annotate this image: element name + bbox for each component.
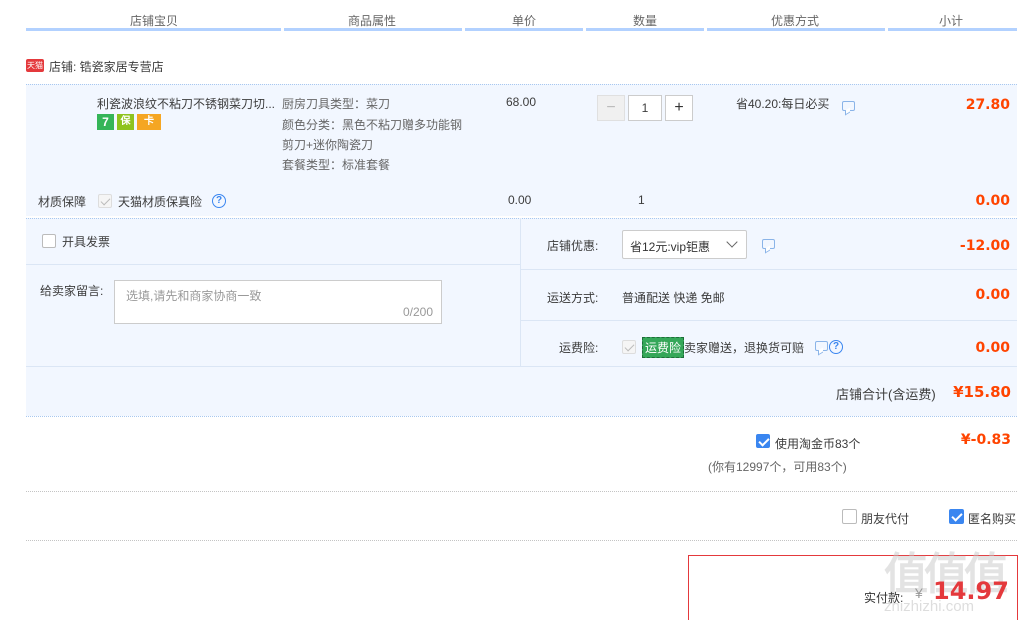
message-icon[interactable] [815,341,828,351]
friend-pay-label: 朋友代付 [861,512,910,526]
shop-name[interactable]: 店铺: 锆瓷家居专营店 [49,58,164,75]
freight-insurance-amount: 0.00 [975,340,1010,356]
shipping-value: 普通配送 快递 免邮 [622,291,725,305]
col-header-subtotal: 小计 [939,14,964,28]
shipping-amount: 0.00 [975,287,1010,303]
freight-insurance-desc: 卖家赠送，退换货可赔 [684,341,805,355]
product-attr: 套餐类型：标准套餐 [282,158,391,172]
message-icon[interactable] [762,239,775,249]
help-icon[interactable]: ? [829,340,843,354]
freight-insurance-label: 运费险: [559,341,599,355]
header-underline [26,28,281,31]
service-badge-card: 卡 [137,114,161,130]
product-subtotal: 27.80 [965,97,1010,113]
shop-discount-label: 店铺优惠: [547,239,599,253]
col-header-qty: 数量 [633,14,658,28]
anonymous-label: 匿名购买 [968,512,1017,526]
header-underline [707,28,885,31]
header-underline [888,28,1017,31]
watermark-text: zhizhizhi.com [884,598,975,615]
message-icon[interactable] [842,101,855,111]
shop-discount-select[interactable]: 省12元:vip钜惠 [622,230,747,259]
header-underline [284,28,462,31]
coins-checkbox[interactable] [756,434,770,448]
coins-label: 使用淘金币83个 [775,437,861,451]
tmall-badge-icon: 天猫 [26,59,44,72]
insurance-price: 0.00 [508,193,532,207]
insurance-option: 天猫材质保真险 [118,195,203,209]
invoice-checkbox[interactable] [42,234,56,248]
header-underline [586,28,704,31]
discount-text: 省40.20:每日必买 [736,97,830,111]
header-underline [465,28,583,31]
shipping-label: 运送方式: [547,291,599,305]
divider [26,491,1017,492]
friend-pay-checkbox[interactable] [842,509,857,524]
shop-total-label: 店铺合计(含运费) [836,387,936,402]
shop-discount-amount: -12.00 [959,238,1010,254]
product-attr: 剪刀+迷你陶瓷刀 [282,138,374,152]
service-badge-guarantee: 保 [117,114,134,130]
message-label: 给卖家留言: [40,284,104,298]
column-divider [520,218,521,366]
freight-insurance-checkbox[interactable] [622,340,636,354]
total-divider [26,366,1017,367]
col-header-discount: 优惠方式 [771,14,820,28]
product-attr: 颜色分类：黑色不粘刀赠多功能钢 [282,118,463,132]
insurance-qty: 1 [638,193,645,207]
product-attr: 厨房刀具类型：菜刀 [282,97,391,111]
coins-amount: ¥-0.83 [960,432,1011,448]
freight-insurance-tag: 运费险 [642,337,685,358]
insurance-checkbox[interactable] [98,194,112,208]
col-header-price: 单价 [512,14,537,28]
right-divider [520,320,1017,321]
product-title[interactable]: 利瓷波浪纹不粘刀不锈钢菜刀切... [97,95,277,112]
service-badge-7day: 7 [97,114,114,130]
right-divider [520,269,1017,270]
qty-minus-button[interactable]: − [597,95,625,121]
insurance-subtotal: 0.00 [975,193,1010,209]
left-divider [26,264,520,265]
insurance-label: 材质保障 [38,195,87,209]
col-header-item: 店铺宝贝 [130,14,179,28]
qty-plus-button[interactable]: + [665,95,693,121]
shop-total-amount: ¥15.80 [953,383,1011,401]
coins-sub: (你有12997个，可用83个) [708,460,847,474]
unit-price: 68.00 [506,95,537,109]
message-placeholder: 选填,请先和商家协商一致 [126,289,262,303]
help-icon[interactable]: ? [212,194,226,208]
divider [26,540,1017,541]
message-counter: 0/200 [402,305,433,319]
anonymous-checkbox[interactable] [949,509,964,524]
message-textarea[interactable]: 选填,请先和商家协商一致 0/200 [114,280,442,324]
chevron-down-icon [726,236,738,248]
shop-discount-value: 省12元:vip钜惠 [630,240,711,254]
col-header-attr: 商品属性 [348,14,397,28]
qty-input[interactable]: 1 [628,95,662,121]
panel-bottom-line [26,416,1017,417]
invoice-label: 开具发票 [62,235,111,249]
